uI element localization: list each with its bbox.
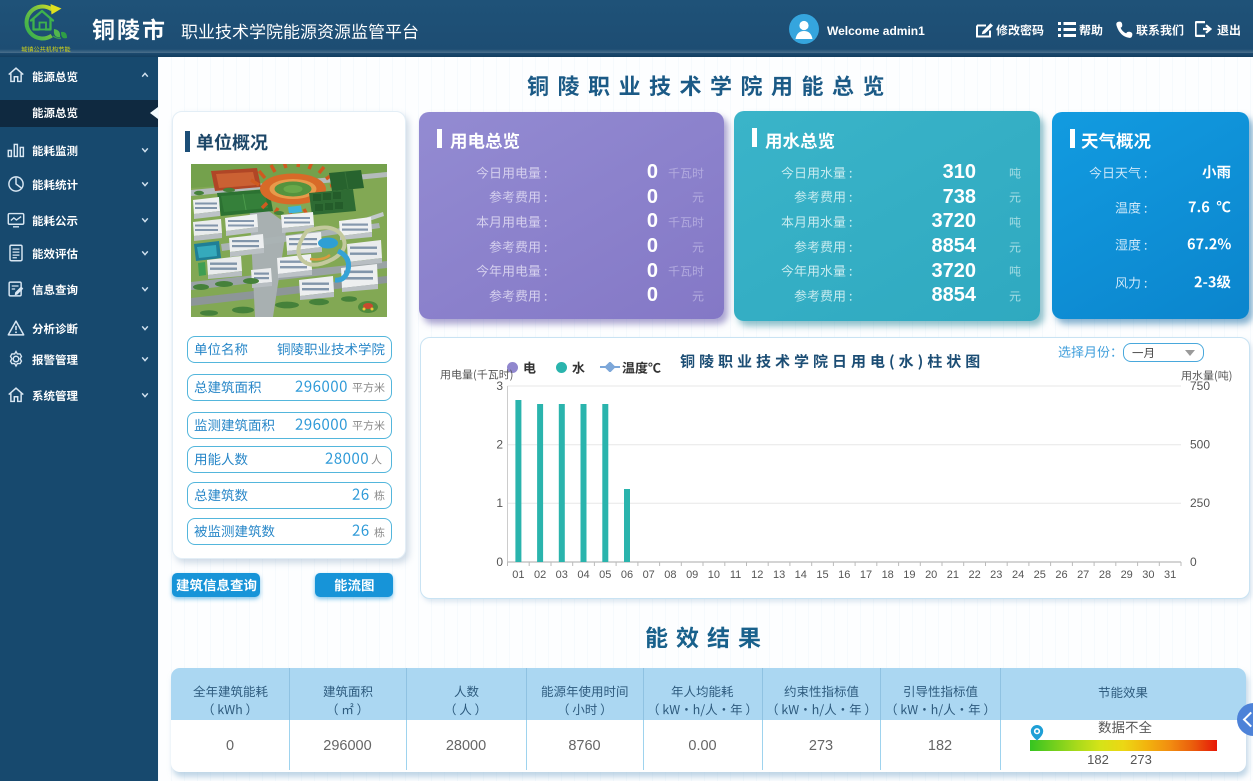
svg-text:08: 08 <box>664 569 676 581</box>
svg-text:02: 02 <box>534 569 546 581</box>
svg-text:13: 13 <box>773 569 785 581</box>
svg-text:22: 22 <box>968 569 980 581</box>
svg-text:20: 20 <box>925 569 937 581</box>
svg-text:17: 17 <box>860 569 872 581</box>
svg-text:07: 07 <box>643 569 655 581</box>
svg-text:28: 28 <box>1099 569 1111 581</box>
svg-text:16: 16 <box>838 569 850 581</box>
svg-text:30: 30 <box>1142 569 1154 581</box>
svg-text:14: 14 <box>795 569 807 581</box>
svg-text:15: 15 <box>816 569 828 581</box>
svg-text:06: 06 <box>621 569 633 581</box>
svg-text:500: 500 <box>1190 438 1210 452</box>
svg-text:03: 03 <box>556 569 568 581</box>
svg-text:24: 24 <box>1012 569 1024 581</box>
svg-text:18: 18 <box>882 569 894 581</box>
svg-text:11: 11 <box>730 569 741 581</box>
svg-text:10: 10 <box>708 569 720 581</box>
svg-text:25: 25 <box>1034 569 1046 581</box>
svg-text:2: 2 <box>496 438 503 452</box>
svg-text:21: 21 <box>947 569 959 581</box>
svg-text:12: 12 <box>751 569 763 581</box>
svg-text:23: 23 <box>990 569 1002 581</box>
svg-text:09: 09 <box>686 569 698 581</box>
svg-text:0: 0 <box>496 555 503 569</box>
svg-text:27: 27 <box>1077 569 1089 581</box>
svg-text:26: 26 <box>1055 569 1067 581</box>
svg-text:19: 19 <box>903 569 915 581</box>
svg-text:29: 29 <box>1121 569 1133 581</box>
svg-text:05: 05 <box>599 569 611 581</box>
svg-text:0: 0 <box>1190 555 1197 569</box>
svg-text:01: 01 <box>512 569 524 581</box>
svg-text:04: 04 <box>577 569 589 581</box>
svg-text:1: 1 <box>496 496 503 510</box>
svg-text:31: 31 <box>1164 569 1176 581</box>
svg-text:250: 250 <box>1190 496 1210 510</box>
